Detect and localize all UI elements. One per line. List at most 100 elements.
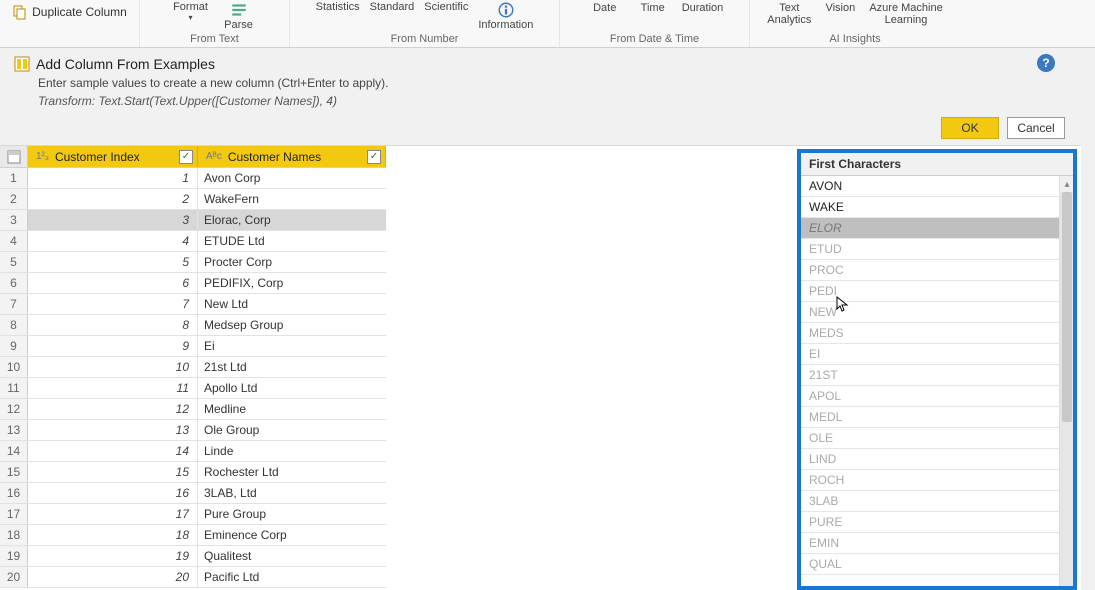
- table-row[interactable]: 55Procter Corp: [0, 252, 386, 273]
- cell-customer-index[interactable]: 13: [28, 420, 198, 440]
- scroll-up-icon[interactable]: ▴: [1060, 176, 1073, 192]
- cell-customer-index[interactable]: 17: [28, 504, 198, 524]
- table-row[interactable]: 2020Pacific Ltd: [0, 567, 386, 588]
- example-row[interactable]: MEDL: [801, 407, 1059, 428]
- cell-customer-index[interactable]: 4: [28, 231, 198, 251]
- cell-customer-index[interactable]: 3: [28, 210, 198, 230]
- cell-customer-index[interactable]: 6: [28, 273, 198, 293]
- time-button[interactable]: Time: [634, 2, 672, 14]
- information-button[interactable]: Information: [478, 1, 533, 31]
- example-row[interactable]: PROC: [801, 260, 1059, 281]
- table-row[interactable]: 1212Medline: [0, 399, 386, 420]
- statistics-button[interactable]: Statistics: [316, 1, 360, 13]
- cell-customer-name[interactable]: PEDIFIX, Corp: [198, 276, 386, 290]
- cell-customer-index[interactable]: 14: [28, 441, 198, 461]
- cell-customer-index[interactable]: 18: [28, 525, 198, 545]
- cell-customer-name[interactable]: Ole Group: [198, 423, 386, 437]
- example-row[interactable]: LIND: [801, 449, 1059, 470]
- cell-customer-name[interactable]: Medsep Group: [198, 318, 386, 332]
- example-row[interactable]: PURE: [801, 512, 1059, 533]
- date-button[interactable]: Date: [586, 2, 624, 14]
- table-row[interactable]: 101021st Ltd: [0, 357, 386, 378]
- example-row[interactable]: WAKE: [801, 197, 1059, 218]
- table-row[interactable]: 33Elorac, Corp: [0, 210, 386, 231]
- table-row[interactable]: 16163LAB, Ltd: [0, 483, 386, 504]
- cell-customer-index[interactable]: 8: [28, 315, 198, 335]
- cell-customer-index[interactable]: 11: [28, 378, 198, 398]
- cell-customer-index[interactable]: 20: [28, 567, 198, 587]
- cell-customer-index[interactable]: 2: [28, 189, 198, 209]
- table-row[interactable]: 66PEDIFIX, Corp: [0, 273, 386, 294]
- cell-customer-name[interactable]: Rochester Ltd: [198, 465, 386, 479]
- azure-ml-button[interactable]: Azure Machine Learning: [869, 2, 942, 26]
- example-row[interactable]: AVON: [801, 176, 1059, 197]
- cell-customer-name[interactable]: 3LAB, Ltd: [198, 486, 386, 500]
- table-row[interactable]: 1919Qualitest: [0, 546, 386, 567]
- standard-button[interactable]: Standard: [370, 1, 415, 13]
- table-row[interactable]: 1111Apollo Ltd: [0, 378, 386, 399]
- cell-customer-name[interactable]: Pure Group: [198, 507, 386, 521]
- cell-customer-index[interactable]: 15: [28, 462, 198, 482]
- cell-customer-name[interactable]: 21st Ltd: [198, 360, 386, 374]
- cell-customer-name[interactable]: Apollo Ltd: [198, 381, 386, 395]
- cell-customer-name[interactable]: Avon Corp: [198, 171, 386, 185]
- cell-customer-index[interactable]: 5: [28, 252, 198, 272]
- example-row[interactable]: NEW: [801, 302, 1059, 323]
- table-row[interactable]: 22WakeFern: [0, 189, 386, 210]
- scroll-thumb[interactable]: [1062, 192, 1072, 422]
- example-row[interactable]: OLE: [801, 428, 1059, 449]
- vision-button[interactable]: Vision: [821, 2, 859, 14]
- table-row[interactable]: 1313Ole Group: [0, 420, 386, 441]
- table-row[interactable]: 1515Rochester Ltd: [0, 462, 386, 483]
- example-row[interactable]: ROCH: [801, 470, 1059, 491]
- example-row[interactable]: EMIN: [801, 533, 1059, 554]
- scroll-track[interactable]: [1060, 192, 1073, 586]
- cell-customer-name[interactable]: Elorac, Corp: [198, 213, 386, 227]
- cell-customer-name[interactable]: Eminence Corp: [198, 528, 386, 542]
- example-row[interactable]: APOL: [801, 386, 1059, 407]
- example-row[interactable]: PEDI: [801, 281, 1059, 302]
- help-button[interactable]: ?: [1037, 54, 1055, 72]
- column-header-customer-index[interactable]: 1²₃ Customer Index: [28, 146, 198, 167]
- table-row[interactable]: 1717Pure Group: [0, 504, 386, 525]
- cell-customer-name[interactable]: Linde: [198, 444, 386, 458]
- examples-header[interactable]: First Characters: [801, 153, 1073, 176]
- cell-customer-index[interactable]: 10: [28, 357, 198, 377]
- example-row[interactable]: 3LAB: [801, 491, 1059, 512]
- text-analytics-button[interactable]: Text Analytics: [767, 2, 811, 26]
- cancel-button[interactable]: Cancel: [1007, 117, 1065, 139]
- table-row[interactable]: 44ETUDE Ltd: [0, 231, 386, 252]
- cell-customer-index[interactable]: 7: [28, 294, 198, 314]
- table-row[interactable]: 11Avon Corp: [0, 168, 386, 189]
- cell-customer-index[interactable]: 19: [28, 546, 198, 566]
- table-row[interactable]: 1414Linde: [0, 441, 386, 462]
- examples-scrollbar[interactable]: ▴: [1059, 176, 1073, 586]
- cell-customer-name[interactable]: Pacific Ltd: [198, 570, 386, 584]
- column-checkbox-icon[interactable]: [367, 150, 381, 164]
- duplicate-column-button[interactable]: Duplicate Column: [8, 2, 131, 22]
- cell-customer-index[interactable]: 12: [28, 399, 198, 419]
- cell-customer-index[interactable]: 9: [28, 336, 198, 356]
- table-corner[interactable]: [0, 146, 28, 167]
- example-row[interactable]: MEDS: [801, 323, 1059, 344]
- window-scrollbar[interactable]: [1081, 48, 1095, 590]
- column-checkbox-icon[interactable]: [179, 150, 193, 164]
- ok-button[interactable]: OK: [941, 117, 999, 139]
- example-row[interactable]: EI: [801, 344, 1059, 365]
- table-row[interactable]: 88Medsep Group: [0, 315, 386, 336]
- cell-customer-name[interactable]: Procter Corp: [198, 255, 386, 269]
- cell-customer-index[interactable]: 1: [28, 168, 198, 188]
- cell-customer-name[interactable]: ETUDE Ltd: [198, 234, 386, 248]
- table-row[interactable]: 99Ei: [0, 336, 386, 357]
- cell-customer-name[interactable]: Ei: [198, 339, 386, 353]
- example-row[interactable]: 21ST: [801, 365, 1059, 386]
- parse-button[interactable]: Parse: [220, 1, 258, 31]
- format-button[interactable]: Format▾: [172, 1, 210, 22]
- example-row[interactable]: ETUD: [801, 239, 1059, 260]
- cell-customer-name[interactable]: Qualitest: [198, 549, 386, 563]
- example-row[interactable]: QUAL: [801, 554, 1059, 575]
- cell-customer-name[interactable]: New Ltd: [198, 297, 386, 311]
- example-row[interactable]: ELOR: [801, 218, 1059, 239]
- cell-customer-name[interactable]: Medline: [198, 402, 386, 416]
- cell-customer-name[interactable]: WakeFern: [198, 192, 386, 206]
